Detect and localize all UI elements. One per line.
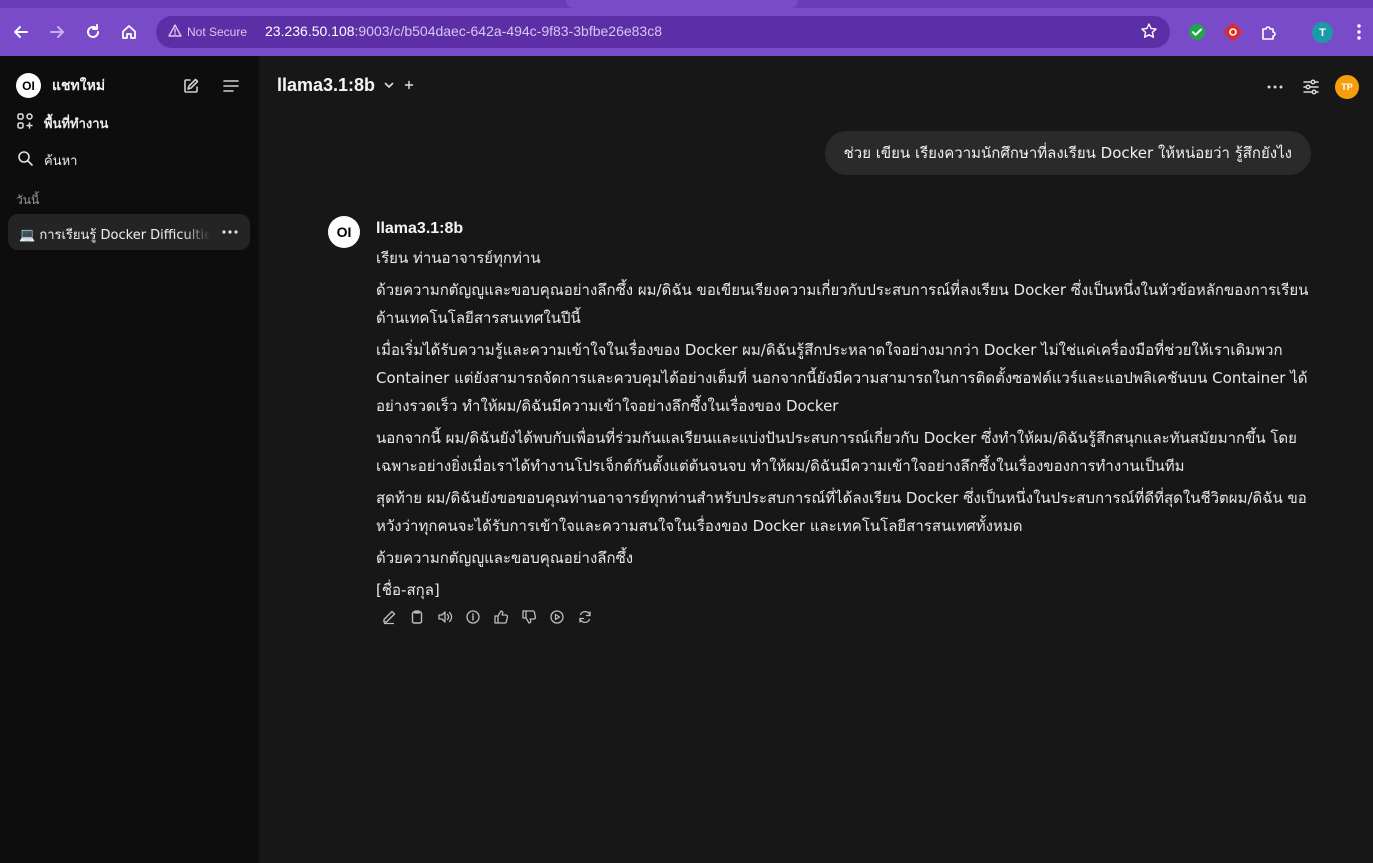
response-paragraph: ด้วยความกตัญญูและขอบคุณอย่างลึกซึ้ง ผม/ด… <box>376 281 1309 327</box>
response-paragraph: [ชื่อ-สกุล] <box>376 581 440 599</box>
extensions-puzzle-icon[interactable] <box>1259 22 1279 42</box>
browser-menu-icon[interactable] <box>1349 22 1369 42</box>
browser-toolbar: Not Secure 23.236.50.108:9003/c/b504daec… <box>0 0 1373 56</box>
back-arrow-icon[interactable] <box>8 19 34 45</box>
controls-sliders-icon[interactable] <box>1300 76 1322 98</box>
extension-red-icon[interactable] <box>1223 22 1243 42</box>
reload-icon[interactable] <box>80 19 106 45</box>
speaker-icon[interactable] <box>435 607 455 627</box>
not-secure-label: Not Secure <box>187 25 248 39</box>
thumbs-up-icon[interactable] <box>491 607 511 627</box>
copy-icon[interactable] <box>407 607 427 627</box>
home-icon[interactable] <box>116 19 142 45</box>
url-path: :9003/c/b504daec-642a-494c-9f83-3bfbe26e… <box>354 23 662 39</box>
sidebar-menu-icon[interactable] <box>221 76 241 96</box>
url-host: 23.236.50.108 <box>265 23 355 39</box>
edit-icon[interactable] <box>379 607 399 627</box>
url-text[interactable]: 23.236.50.108:9003/c/b504daec-642a-494c-… <box>265 23 662 39</box>
section-today: วันนี้ <box>16 193 40 207</box>
extension-check-icon[interactable] <box>1187 22 1207 42</box>
response-paragraph: เรียน ท่านอาจารย์ทุกท่าน <box>376 249 541 267</box>
workspace-label: พื้นที่ทำงาน <box>44 116 109 132</box>
assistant-name: llama3.1:8b <box>376 220 464 237</box>
sidebar: OI แชทใหม่ พื้นที่ทำงาน ค้นหา วันนี้ 💻 ก… <box>0 56 259 863</box>
sidebar-item-workspace[interactable]: พื้นที่ทำงาน <box>16 110 108 136</box>
app-logo[interactable]: OI <box>16 73 41 98</box>
bookmark-star-icon[interactable] <box>1140 22 1158 44</box>
chat-history-item[interactable]: 💻 การเรียนรู้ Docker Difficulties <box>8 214 250 250</box>
info-icon[interactable] <box>463 607 483 627</box>
continue-icon[interactable] <box>547 607 567 627</box>
sidebar-item-search[interactable]: ค้นหา <box>16 147 77 173</box>
message-actions <box>379 607 595 627</box>
search-icon <box>16 149 34 171</box>
assistant-response: เรียน ท่านอาจารย์ทุกท่าน ด้วยความกตัญญูแ… <box>376 244 1316 608</box>
regenerate-icon[interactable] <box>575 607 595 627</box>
new-chat-label[interactable]: แชทใหม่ <box>52 75 105 97</box>
search-label: ค้นหา <box>44 153 78 169</box>
active-tab[interactable] <box>566 0 798 8</box>
model-name: llama3.1:8b <box>277 75 376 95</box>
add-model-icon[interactable] <box>403 76 415 95</box>
main-panel: llama3.1:8b TP ช่วย เขียน เรียงความนักศึ… <box>259 56 1373 863</box>
model-selector[interactable]: llama3.1:8b <box>277 75 415 96</box>
address-bar[interactable]: Not Secure 23.236.50.108:9003/c/b504daec… <box>156 16 1170 48</box>
chat-options-icon[interactable] <box>220 222 240 242</box>
response-paragraph: เมื่อเริ่มได้รับความรู้และความเข้าใจในเร… <box>376 341 1308 415</box>
response-paragraph: สุดท้าย ผม/ดิฉันยังขอขอบคุณท่านอาจารย์ทุ… <box>376 489 1307 535</box>
forward-arrow-icon[interactable] <box>44 19 70 45</box>
user-avatar[interactable]: TP <box>1335 75 1359 99</box>
thumbs-down-icon[interactable] <box>519 607 539 627</box>
response-paragraph: ด้วยความกตัญญูและขอบคุณอย่างลึกซึ้ง <box>376 549 634 567</box>
warning-icon <box>168 24 182 40</box>
browser-profile-avatar[interactable]: T <box>1312 22 1333 43</box>
workspace-icon <box>16 112 34 134</box>
user-message: ช่วย เขียน เรียงความนักศึกษาที่ลงเรียน D… <box>824 131 1311 175</box>
chevron-down-icon <box>383 76 395 95</box>
not-secure-badge[interactable]: Not Secure <box>162 20 255 44</box>
chat-history-title: 💻 การเรียนรู้ Docker Difficulties <box>19 228 211 243</box>
more-options-icon[interactable] <box>1264 76 1286 98</box>
assistant-avatar: OI <box>328 216 360 248</box>
new-chat-pencil-icon[interactable] <box>181 76 201 96</box>
response-paragraph: นอกจากนี้ ผม/ดิฉันยังได้พบกับเพื่อนที่ร่… <box>376 429 1297 475</box>
